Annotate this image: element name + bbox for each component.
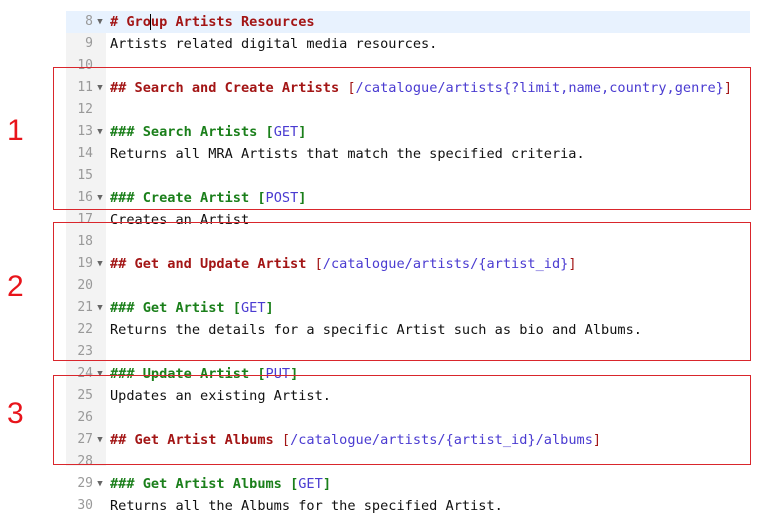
fold-toggle-icon[interactable]: ▼ <box>95 11 105 33</box>
code-line[interactable]: 8 ▼ # Group Artists Resources <box>66 11 750 33</box>
code-token: GET <box>298 476 323 492</box>
code-line[interactable]: 9 Artists related digital media resources… <box>66 33 750 55</box>
annotation-label-3: 3 <box>7 397 24 430</box>
line-content: Artists related digital media resources. <box>110 33 437 55</box>
code-token: Returns all the Albums for the specified… <box>110 498 503 514</box>
line-number: 29 <box>77 476 93 491</box>
annotation-box-2 <box>53 222 751 361</box>
line-content: # Group Artists Resources <box>110 11 315 33</box>
annotation-box-3 <box>53 375 751 465</box>
code-token: Artists related digital media resources. <box>110 36 438 52</box>
code-token: ### Get Artist Albums <box>110 476 291 492</box>
code-token: ] <box>322 476 331 492</box>
line-content: ### Get Artist Albums [GET] <box>110 473 331 495</box>
fold-toggle-icon[interactable]: ▼ <box>95 473 105 495</box>
annotation-label-2: 2 <box>7 270 24 303</box>
code-token: # Gro <box>110 14 151 30</box>
line-number: 8 <box>85 14 93 29</box>
line-number: 9 <box>85 36 93 51</box>
annotation-label-1: 1 <box>7 114 24 147</box>
line-content: Returns all the Albums for the specified… <box>110 495 503 517</box>
code-line[interactable]: 30 Returns all the Albums for the specifi… <box>66 495 750 517</box>
code-line[interactable]: 29 ▼ ### Get Artist Albums [GET] <box>66 473 750 495</box>
code-token: up Artists Resources <box>150 14 315 30</box>
annotation-box-1 <box>53 67 751 210</box>
line-number: 30 <box>77 498 93 513</box>
